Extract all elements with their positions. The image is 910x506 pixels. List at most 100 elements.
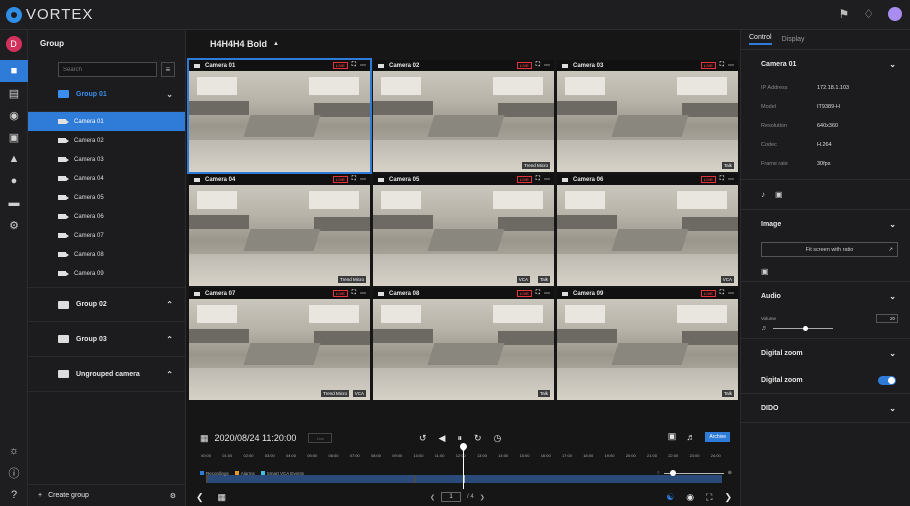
expand-icon[interactable]: ⛶ <box>536 290 540 297</box>
image-section-header[interactable]: Image ⌄ <box>741 210 910 238</box>
camera-item-07[interactable]: Camera 07 <box>28 226 185 245</box>
playhead[interactable] <box>463 445 464 489</box>
chevron-up-icon[interactable]: ⌃ <box>166 335 173 344</box>
timer-icon[interactable]: ◷ <box>494 433 502 444</box>
chevron-down-icon[interactable]: ⌄ <box>889 220 896 229</box>
expand-icon[interactable]: ⛶ <box>536 176 540 183</box>
camera-feed[interactable]: Talk VCA <box>373 185 554 286</box>
chevron-down-icon[interactable]: ⌄ <box>889 349 896 358</box>
camera-tile[interactable]: Camera 07 LIVE ⛶ ⋯ VCA Trend Micro <box>189 288 370 400</box>
grid-layout-icon[interactable]: ▦ <box>218 492 227 503</box>
group-item-02[interactable]: Group 02 ⌃ <box>28 287 185 322</box>
more-icon[interactable]: ⋯ <box>544 176 550 183</box>
camera-item-02[interactable]: Camera 02 <box>28 131 185 150</box>
playback-icon[interactable]: ◉ <box>0 104 28 126</box>
search-input[interactable] <box>58 62 157 77</box>
forward-icon[interactable]: ❯ <box>724 492 732 503</box>
camera-tile[interactable]: Camera 04 LIVE ⛶ ⋯ Trend Micro <box>189 174 370 286</box>
camera-feed[interactable]: Talk <box>373 299 554 400</box>
more-icon[interactable]: ⋯ <box>728 290 734 297</box>
camera-item-08[interactable]: Camera 08 <box>28 245 185 264</box>
next-page-icon[interactable]: ❯ <box>480 494 485 501</box>
digital-zoom-header[interactable]: Digital zoom ⌄ <box>741 339 910 367</box>
person-icon[interactable]: ☯ <box>666 492 674 503</box>
chevron-up-icon[interactable]: ⌃ <box>166 300 173 309</box>
camera-item-03[interactable]: Camera 03 <box>28 150 185 169</box>
speaker-icon[interactable]: ♬ <box>686 432 695 442</box>
expand-icon[interactable]: ⛶ <box>352 290 356 297</box>
digital-zoom-toggle[interactable] <box>878 375 896 385</box>
pause-icon[interactable]: ⏸ <box>457 433 462 444</box>
camera-item-09[interactable]: Camera 09 <box>28 264 185 283</box>
fullscreen-icon[interactable]: ⛶ <box>706 492 712 503</box>
microphone-icon[interactable]: ♪ <box>761 190 765 199</box>
gear-icon[interactable]: ⚙ <box>170 492 176 500</box>
settings-icon[interactable]: ⚙ <box>0 214 28 236</box>
alarm-icon[interactable]: ▲ <box>0 148 28 170</box>
datetime-display[interactable]: 2020/08/24 11:20:00 <box>215 433 297 443</box>
archive-icon[interactable]: ▣ <box>0 126 28 148</box>
group-item-ungrouped[interactable]: Ungrouped camera ⌃ <box>28 357 185 392</box>
page-input[interactable]: 1 <box>441 492 462 502</box>
audio-section-header[interactable]: Audio ⌄ <box>741 282 910 310</box>
zoom-slider[interactable] <box>663 469 724 476</box>
expand-icon[interactable]: ⛶ <box>536 62 540 69</box>
archive-button[interactable]: Archive <box>705 431 730 442</box>
camera-feed[interactable]: Talk <box>557 299 738 400</box>
camera-item-05[interactable]: Camera 05 <box>28 188 185 207</box>
chevron-down-icon[interactable]: ⌄ <box>166 90 173 99</box>
dido-section-header[interactable]: DIDO ⌄ <box>741 394 910 422</box>
camera-feed[interactable]: Talk <box>557 71 738 172</box>
more-icon[interactable]: ⋯ <box>728 62 734 69</box>
volume-slider[interactable] <box>773 326 833 331</box>
rewind-icon[interactable]: ↺ <box>419 433 427 444</box>
fit-mode-select[interactable]: Fit screen with ratio ↗ <box>761 242 898 257</box>
expand-icon[interactable]: ⛶ <box>720 176 724 183</box>
camera-folder-icon[interactable]: ■ <box>0 60 28 82</box>
account-avatar[interactable]: D <box>5 36 22 52</box>
eye-icon[interactable]: ◉ <box>686 492 694 503</box>
recording-track[interactable] <box>206 475 722 483</box>
user-avatar[interactable] <box>888 7 902 21</box>
camera-item-06[interactable]: Camera 06 <box>28 207 185 226</box>
chevron-up-icon[interactable]: ⌃ <box>166 370 173 379</box>
timeline-zoom[interactable]: ○ ⊕ <box>657 469 732 476</box>
help-icon[interactable]: ? <box>0 484 28 506</box>
create-group-button[interactable]: + Create group ⚙ <box>28 484 186 506</box>
more-icon[interactable]: ⋯ <box>360 62 366 69</box>
prev-page-icon[interactable]: ❮ <box>430 494 435 501</box>
camera-tile[interactable]: Camera 02 LIVE ⛶ ⋯ Trend Micro <box>373 60 554 172</box>
group-item-01[interactable]: Group 01 ⌄ <box>28 77 185 112</box>
zoom-in-icon[interactable]: ⊕ <box>728 470 732 476</box>
forward-icon[interactable]: ↻ <box>474 433 482 444</box>
camera-tile[interactable]: Camera 05 LIVE ⛶ ⋯ Talk VCA <box>373 174 554 286</box>
live-button[interactable]: Live <box>308 433 333 443</box>
volume-input[interactable]: 20 <box>876 314 898 323</box>
group-item-03[interactable]: Group 03 ⌃ <box>28 322 185 357</box>
back-icon[interactable]: ❮ <box>196 492 204 503</box>
announcement-icon[interactable]: ⚑ <box>838 7 849 21</box>
camera-feed[interactable]: VCA <box>557 185 738 286</box>
chevron-down-icon[interactable]: ⌄ <box>889 60 896 69</box>
camera-section-header[interactable]: Camera 01 ⌄ <box>741 50 910 78</box>
camera-feed[interactable]: Trend Micro <box>373 71 554 172</box>
more-icon[interactable]: ⋯ <box>360 290 366 297</box>
expand-icon[interactable]: ⛶ <box>720 290 724 297</box>
chevron-down-icon[interactable]: ⌄ <box>889 404 896 413</box>
camera-tile[interactable]: Camera 09 LIVE ⛶ ⋯ Talk <box>557 288 738 400</box>
storage-icon[interactable]: ▬ <box>0 192 28 214</box>
zoom-out-icon[interactable]: ○ <box>657 470 660 476</box>
camera-snapshot-icon[interactable]: ▣ <box>775 190 783 199</box>
tab-control[interactable]: Control <box>749 34 772 45</box>
bell-icon[interactable]: ♢ <box>863 7 874 21</box>
camera-tile[interactable]: Camera 01 LIVE ⛶ ⋯ <box>187 58 372 174</box>
calendar-icon[interactable]: ▦ <box>200 433 209 444</box>
reverse-play-icon[interactable]: ◀ <box>439 433 446 444</box>
camera-tile[interactable]: Camera 08 LIVE ⛶ ⋯ Talk <box>373 288 554 400</box>
tab-display[interactable]: Display <box>782 36 805 43</box>
more-icon[interactable]: ⋯ <box>728 176 734 183</box>
more-icon[interactable]: ⋯ <box>544 290 550 297</box>
view-title[interactable]: H4H4H4 Bold <box>210 39 267 49</box>
caret-up-icon[interactable]: ▲ <box>273 41 279 47</box>
sort-button[interactable]: ≡ <box>160 62 175 77</box>
